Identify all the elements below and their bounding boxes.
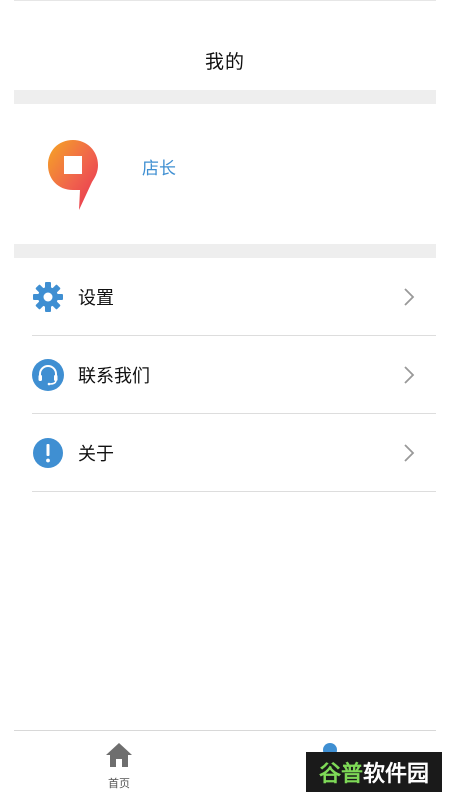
chevron-right-icon: [404, 444, 415, 462]
header: 我的: [14, 0, 436, 90]
store-name: 店长: [142, 159, 176, 179]
tab-home[interactable]: 首页: [59, 731, 179, 800]
menu-list: 设置 联系我们 关于: [14, 258, 436, 492]
section-separator: [14, 90, 436, 104]
menu-item-contact-us[interactable]: 联系我们: [14, 336, 436, 414]
menu-item-about[interactable]: 关于: [14, 414, 436, 492]
watermark-text: 谷普: [318, 762, 363, 787]
profile-section[interactable]: 店长: [14, 104, 436, 244]
my-page: 我的 店长 设置 联系我们 关于 首页 谷普 软件园: [0, 0, 450, 800]
menu-item-label: 联系我们: [78, 366, 150, 387]
headset-icon: [32, 359, 64, 391]
gear-icon: [33, 282, 63, 312]
chevron-right-icon: [404, 366, 415, 384]
tab-label: 首页: [108, 777, 130, 790]
page-title: 我的: [204, 50, 245, 73]
watermark-text: 软件园: [363, 762, 430, 787]
chevron-right-icon: [404, 288, 415, 306]
home-icon: [106, 743, 132, 767]
menu-item-label: 关于: [78, 444, 114, 465]
info-icon: [33, 438, 63, 468]
menu-item-label: 设置: [78, 288, 114, 309]
store-logo-icon: [48, 140, 98, 210]
watermark-logo: 谷普 软件园: [306, 752, 442, 792]
divider: [32, 491, 436, 492]
section-separator: [14, 244, 436, 258]
menu-item-settings[interactable]: 设置: [14, 258, 436, 336]
